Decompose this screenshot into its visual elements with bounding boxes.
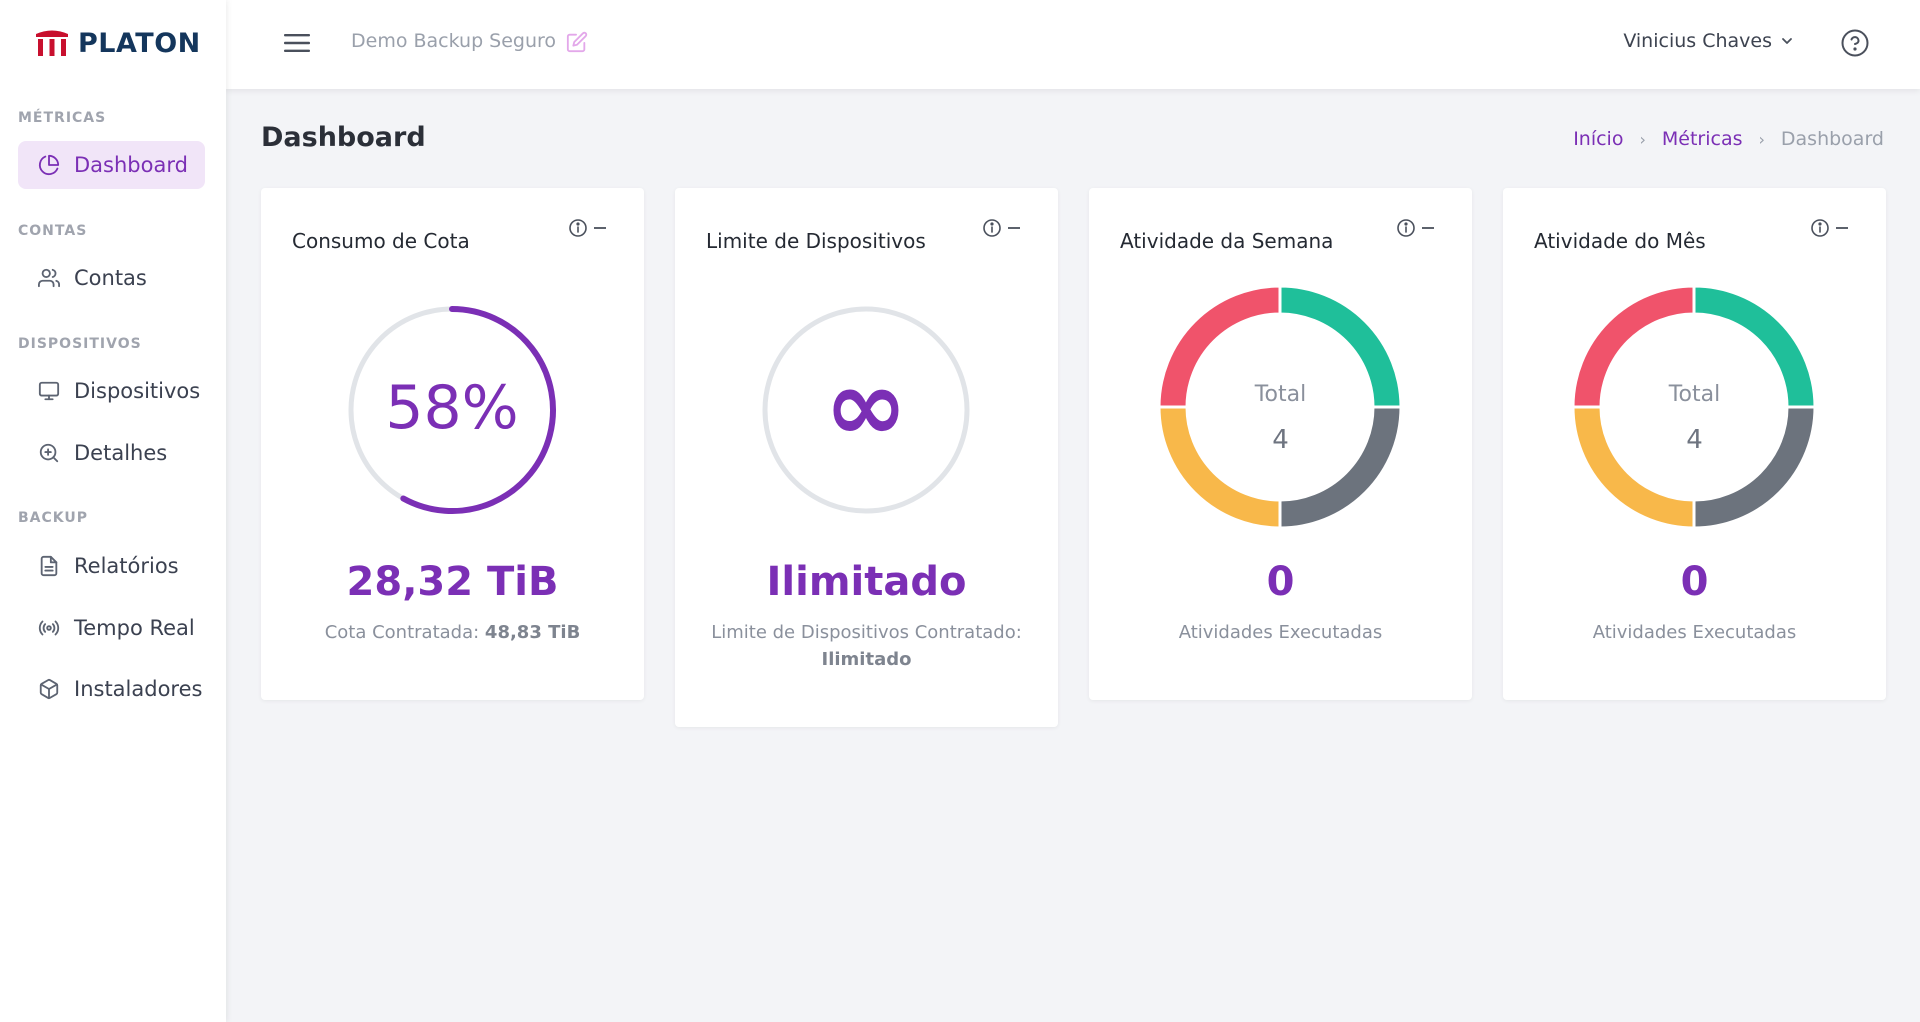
month-activity-label: Atividades Executadas xyxy=(1592,622,1797,643)
nav-section-dispositivos: DISPOSITIVOS xyxy=(18,336,142,352)
week-activity-donut xyxy=(1157,284,1403,530)
sidebar-item-label: Detalhes xyxy=(74,441,168,465)
card-title: Atividade da Semana xyxy=(1120,229,1334,253)
breadcrumb-separator: › xyxy=(1758,129,1765,149)
nav-section-metricas: MÉTRICAS xyxy=(18,110,107,126)
quota-contracted-label: Cota Contratada: xyxy=(324,622,480,643)
help-icon[interactable] xyxy=(1840,28,1870,58)
sidebar-item-detalhes[interactable]: Detalhes xyxy=(18,429,205,477)
brand-name: PLATON xyxy=(78,27,201,59)
minimize-icon[interactable] xyxy=(1006,218,1022,238)
package-icon xyxy=(38,678,60,700)
monitor-icon xyxy=(38,380,60,402)
donut-center-label: Total xyxy=(1668,382,1721,407)
platon-logo[interactable]: PLATON xyxy=(34,26,201,60)
breadcrumb-metricas[interactable]: Métricas xyxy=(1662,128,1743,150)
breadcrumb-inicio[interactable]: Início xyxy=(1573,128,1623,150)
minimize-icon[interactable] xyxy=(1834,218,1850,238)
user-menu[interactable]: Vinicius Chaves xyxy=(1623,30,1794,52)
user-name: Vinicius Chaves xyxy=(1623,30,1772,52)
zoom-in-icon xyxy=(38,442,60,464)
file-text-icon xyxy=(38,555,60,577)
month-activity-donut xyxy=(1571,284,1817,530)
info-icon[interactable] xyxy=(1810,218,1830,238)
chevron-down-icon xyxy=(1782,38,1792,44)
quota-contracted-value: 48,83 TiB xyxy=(484,622,581,643)
card-tools xyxy=(568,218,608,238)
card-title: Limite de Dispositivos xyxy=(706,229,926,253)
topbar: Demo Backup Seguro Vinicius Chaves xyxy=(226,0,1920,89)
quota-used-value: 28,32 TiB xyxy=(346,559,559,605)
card-tools xyxy=(1396,218,1436,238)
sidebar-item-label: Instaladores xyxy=(74,677,203,701)
donut-center-value: 4 xyxy=(1686,425,1703,455)
week-activity-value: 0 xyxy=(1266,559,1295,605)
sidebar-item-relatorios[interactable]: Relatórios xyxy=(18,542,205,590)
card-title: Consumo de Cota xyxy=(292,229,470,253)
infinity-symbol: ∞ xyxy=(824,347,907,464)
breadcrumb-separator: › xyxy=(1639,129,1646,149)
device-limit-gauge: ∞ xyxy=(762,306,970,514)
week-activity-card: Atividade da Semana Total 4 0 Atividades… xyxy=(1089,188,1472,700)
platon-logo-icon xyxy=(36,30,68,56)
quota-card: Consumo de Cota 58% 28,32 TiB Cota Contr… xyxy=(261,188,644,700)
sidebar-item-label: Contas xyxy=(74,266,147,290)
users-icon xyxy=(38,267,61,289)
sidebar-item-label: Dispositivos xyxy=(74,379,201,403)
broadcast-icon xyxy=(38,617,60,639)
sidebar-item-contas[interactable]: Contas xyxy=(18,254,205,302)
sidebar-item-label: Dashboard xyxy=(74,153,188,177)
donut-center-value: 4 xyxy=(1272,425,1289,455)
month-activity-value: 0 xyxy=(1680,559,1709,605)
sidebar-item-instaladores[interactable]: Instaladores xyxy=(18,665,205,713)
quota-gauge: 58% xyxy=(348,306,556,514)
month-activity-card: Atividade do Mês Total 4 0 Atividades Ex… xyxy=(1503,188,1886,700)
device-limit-value: Ilimitado xyxy=(766,559,967,605)
donut-center-label: Total xyxy=(1254,382,1307,407)
card-tools xyxy=(1810,218,1850,238)
breadcrumb-current: Dashboard xyxy=(1780,128,1884,150)
card-title: Atividade do Mês xyxy=(1534,229,1706,253)
minimize-icon[interactable] xyxy=(592,218,608,238)
nav-section-backup: BACKUP xyxy=(18,510,89,526)
info-icon[interactable] xyxy=(1396,218,1416,238)
sidebar-item-tempo-real[interactable]: Tempo Real xyxy=(18,604,205,652)
sidebar: PLATON MÉTRICAS Dashboard CONTAS Contas … xyxy=(0,0,226,1022)
organization-name: Demo Backup Seguro xyxy=(351,30,557,52)
quota-contracted: Cota Contratada: 48,83 TiB xyxy=(261,619,644,646)
breadcrumb: Início › Métricas › Dashboard xyxy=(1573,128,1884,150)
nav-section-contas: CONTAS xyxy=(18,223,88,239)
device-limit-contracted: Limite de Dispositivos Contratado: Ilimi… xyxy=(675,619,1058,673)
pie-chart-icon xyxy=(38,154,60,176)
card-tools xyxy=(982,218,1022,238)
sidebar-item-label: Relatórios xyxy=(74,554,179,578)
quota-percent: 58% xyxy=(385,373,518,443)
week-activity-label: Atividades Executadas xyxy=(1178,622,1383,643)
minimize-icon[interactable] xyxy=(1420,218,1436,238)
page-title: Dashboard xyxy=(261,122,426,153)
sidebar-item-label: Tempo Real xyxy=(74,616,195,640)
device-limit-contracted-value: Ilimitado xyxy=(821,649,912,670)
sidebar-item-dashboard[interactable]: Dashboard xyxy=(18,141,205,189)
sidebar-item-dispositivos[interactable]: Dispositivos xyxy=(18,367,205,415)
edit-icon[interactable] xyxy=(566,31,588,53)
info-icon[interactable] xyxy=(982,218,1002,238)
hamburger-menu-icon[interactable] xyxy=(284,32,310,54)
device-limit-contracted-label: Limite de Dispositivos Contratado: xyxy=(711,622,1022,643)
device-limit-card: Limite de Dispositivos ∞ Ilimitado Limit… xyxy=(675,188,1058,727)
info-icon[interactable] xyxy=(568,218,588,238)
